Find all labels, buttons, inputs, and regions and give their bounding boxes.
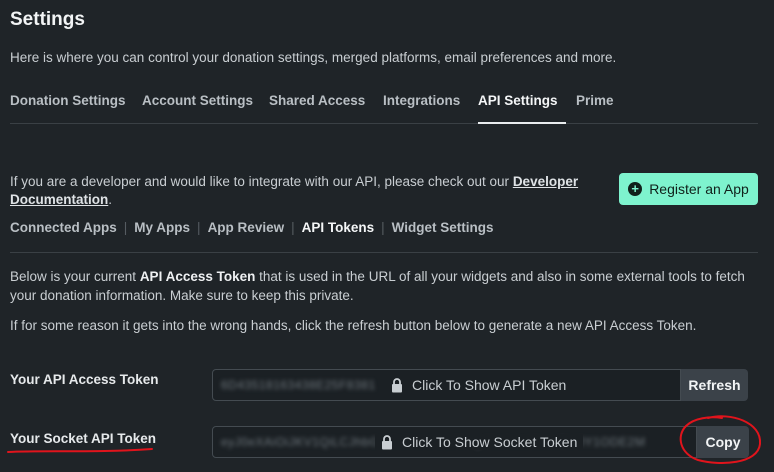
register-app-button[interactable]: + Register an App xyxy=(619,173,758,205)
register-app-label: Register an App xyxy=(649,181,749,197)
socket-token-label: Your Socket API Token xyxy=(10,431,157,446)
tab-api-settings[interactable]: API Settings xyxy=(478,93,558,108)
api-subnav: Connected Apps | My Apps | App Review | API To… xyxy=(10,220,494,235)
subnav-widget-settings[interactable]: Widget Settings xyxy=(392,220,494,235)
subnav-separator: | xyxy=(123,220,128,235)
api-token-field[interactable]: 6D43518163438E25F8381 Click To Show API … xyxy=(212,369,681,401)
refresh-button[interactable]: Refresh xyxy=(681,369,748,401)
settings-tabs: Donation Settings Account Settings Share… xyxy=(10,86,758,124)
annotation-underline xyxy=(7,448,153,453)
page-title: Settings xyxy=(10,9,85,30)
tab-donation-settings[interactable]: Donation Settings xyxy=(10,93,126,108)
developer-notice-end: . xyxy=(108,192,113,207)
show-socket-token-label: Click To Show Socket Token xyxy=(402,434,578,450)
subnav-api-tokens[interactable]: API Tokens xyxy=(302,220,375,235)
socket-token-field[interactable]: eyJ0eXAiOiJKV1QiLCJhbGciOiJIUzI1NiJ9.eyJ… xyxy=(212,426,697,458)
tab-prime[interactable]: Prime xyxy=(576,93,614,108)
token-info-pre: Below is your current xyxy=(10,269,140,284)
show-socket-token[interactable]: Click To Show Socket Token xyxy=(375,434,584,450)
show-api-token[interactable]: Click To Show API Token xyxy=(385,377,573,393)
subnav-separator: | xyxy=(291,220,295,235)
api-token-label: Your API Access Token xyxy=(10,372,159,387)
subnav-my-apps[interactable]: My Apps xyxy=(134,220,190,235)
developer-notice: If you are a developer and would like to… xyxy=(10,173,610,209)
section-divider xyxy=(10,252,758,253)
active-tab-indicator xyxy=(478,122,566,124)
developer-notice-text: If you are a developer and would like to… xyxy=(10,174,513,189)
subnav-app-review[interactable]: App Review xyxy=(208,220,285,235)
tab-shared-access[interactable]: Shared Access xyxy=(269,93,365,108)
subnav-separator: | xyxy=(197,220,201,235)
tab-account-settings[interactable]: Account Settings xyxy=(142,93,253,108)
copy-button[interactable]: Copy xyxy=(697,426,749,458)
lock-icon xyxy=(382,434,392,449)
token-info-paragraph: Below is your current API Access Token t… xyxy=(10,267,750,305)
tab-integrations[interactable]: Integrations xyxy=(383,93,460,108)
refresh-info-paragraph: If for some reason it gets into the wron… xyxy=(10,318,697,333)
api-token-masked-value: 6D43518163438E25F8381 xyxy=(221,378,376,392)
page-subtitle: Here is where you can control your donat… xyxy=(10,50,617,65)
subnav-separator: | xyxy=(381,220,385,235)
show-api-token-label: Click To Show API Token xyxy=(412,377,567,393)
plus-circle-icon: + xyxy=(628,182,643,196)
lock-icon xyxy=(392,377,402,392)
subnav-connected-apps[interactable]: Connected Apps xyxy=(10,220,117,235)
token-info-bold: API Access Token xyxy=(139,269,256,284)
